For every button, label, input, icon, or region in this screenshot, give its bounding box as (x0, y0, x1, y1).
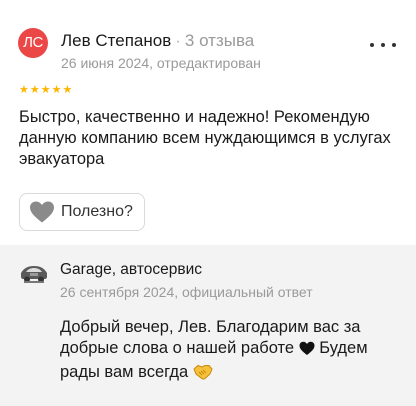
helpful-label: Полезно? (61, 203, 133, 220)
star-icon: ★ (51, 84, 62, 96)
author-line: Лев Степанов · 3 отзыва (61, 30, 254, 52)
avatar[interactable]: ЛС (18, 28, 48, 58)
more-dots-icon (370, 43, 374, 47)
heart-icon (29, 200, 55, 224)
reviews-count[interactable]: 3 отзыва (185, 31, 254, 50)
company-reply: Garage, автосервис 26 сентября 2024, офи… (0, 245, 416, 406)
reply-date: 26 сентября 2024, официальный ответ (60, 284, 313, 300)
handshake-icon (193, 363, 213, 386)
company-name[interactable]: Garage, автосервис (60, 260, 202, 280)
car-logo-icon (19, 262, 49, 286)
more-dots-icon (381, 43, 385, 47)
star-icon: ★ (40, 84, 51, 96)
black-heart-icon (299, 341, 315, 362)
helpful-button[interactable]: Полезно? (19, 193, 145, 231)
more-button[interactable] (370, 38, 396, 52)
star-icon: ★ (29, 84, 40, 96)
more-dots-icon (392, 43, 396, 47)
star-icon: ★ (19, 84, 29, 96)
review-card: ЛС Лев Степанов · 3 отзыва 26 июня 2024, о… (0, 0, 416, 406)
review-text: Быстро, качественно и надежно! Рекоменду… (19, 108, 391, 168)
author-name[interactable]: Лев Степанов (61, 31, 171, 50)
reply-text: Добрый вечер, Лев. Благодарим вас за доб… (60, 317, 400, 386)
review-date: 26 июня 2024, отредактирован (61, 55, 261, 71)
star-icon: ★ (62, 84, 73, 96)
separator: · (175, 31, 181, 50)
rating-stars: ★ ★ ★ ★ ★ (19, 85, 72, 96)
